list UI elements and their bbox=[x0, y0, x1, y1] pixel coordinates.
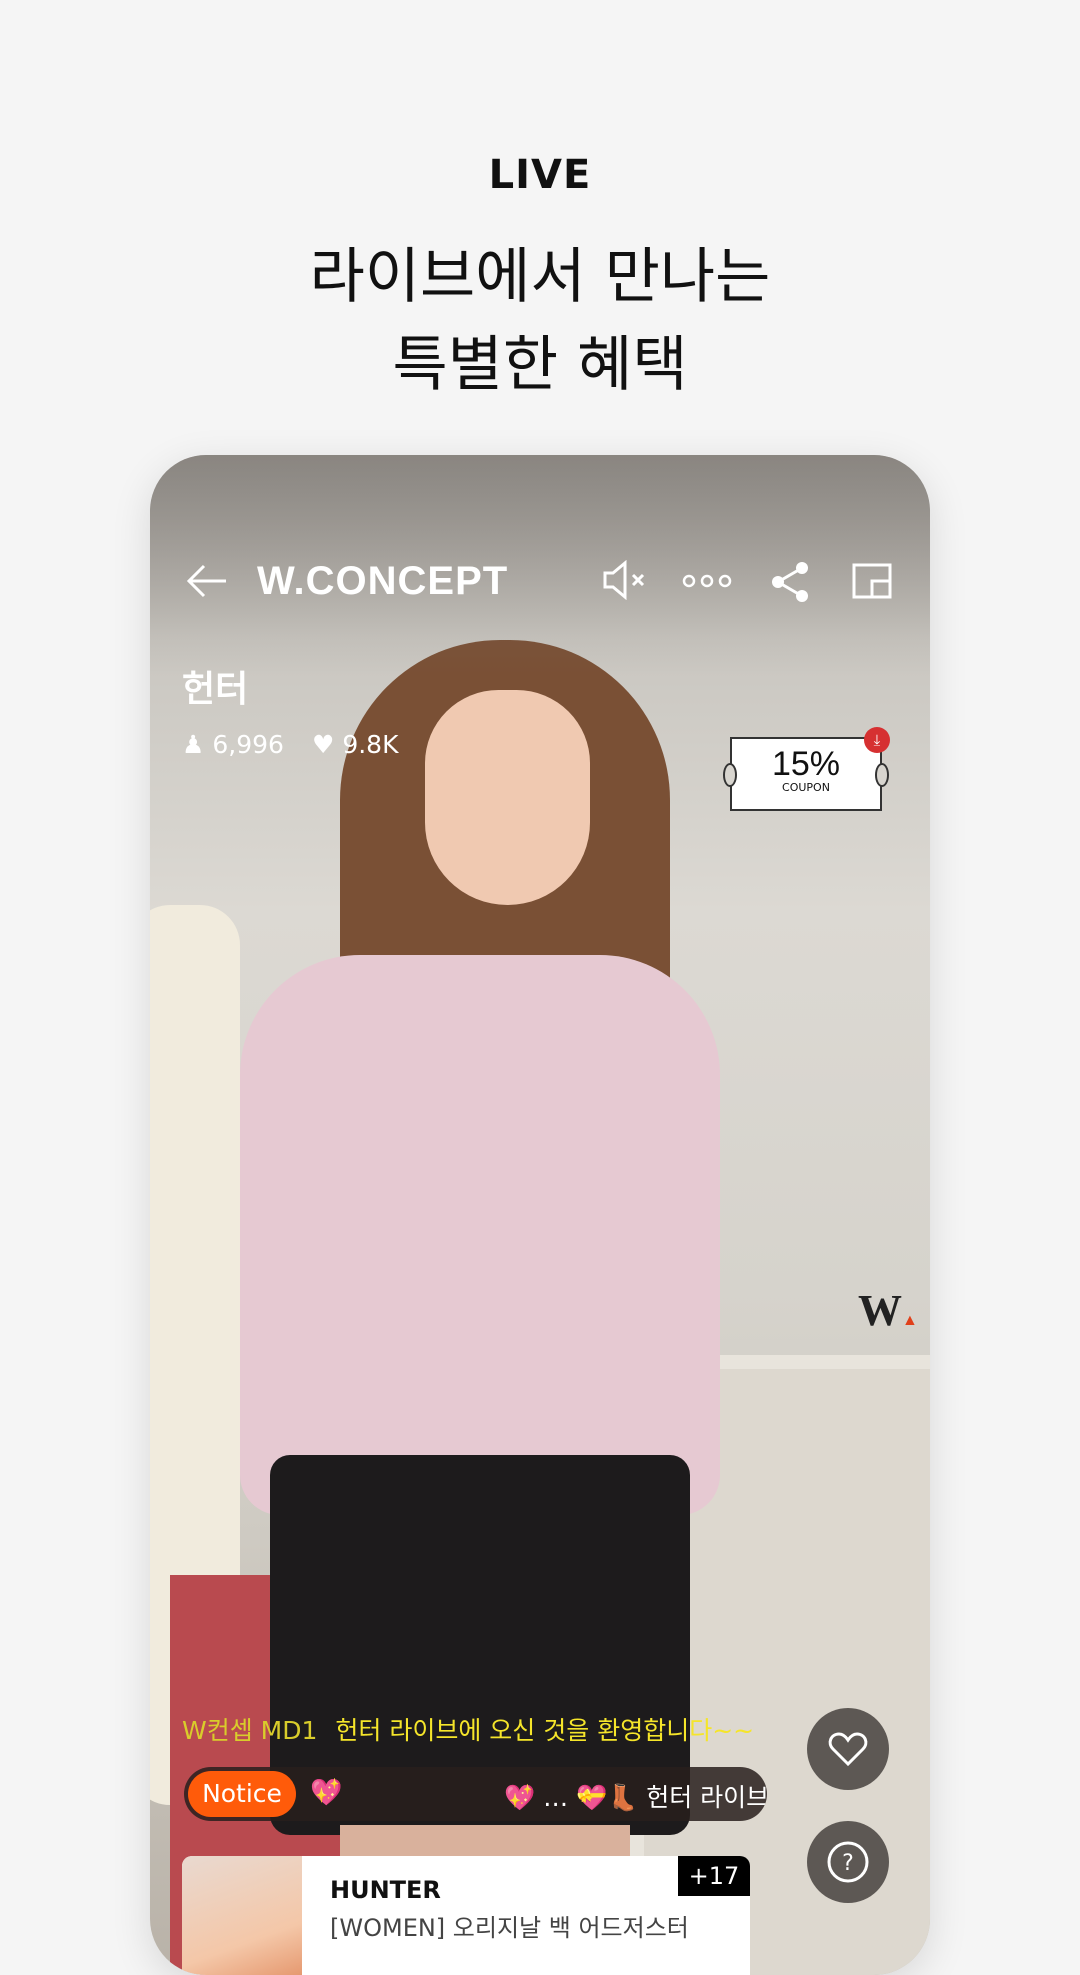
notice-bar[interactable]: Notice 💖 💖 … 💝👢 헌터 라이브 기획가 bbox=[184, 1767, 767, 1821]
download-icon[interactable]: ⤓ bbox=[864, 727, 890, 753]
more-icon[interactable] bbox=[682, 573, 732, 592]
mute-icon[interactable] bbox=[602, 559, 652, 604]
coupon-percent: 15% bbox=[771, 745, 841, 783]
help-button[interactable]: ? bbox=[807, 1821, 889, 1903]
question-icon: ? bbox=[827, 1841, 869, 1883]
chat-user: W컨셉 MD1 bbox=[182, 1716, 318, 1745]
headline-line-2: 특별한 혜택 bbox=[392, 330, 688, 400]
host-name: 헌터 bbox=[182, 669, 249, 710]
video-top bbox=[240, 955, 720, 1515]
coupon-label: COUPON bbox=[782, 781, 830, 794]
product-thumbnail bbox=[182, 1856, 302, 1975]
like-value: 9.8K bbox=[342, 730, 399, 759]
video-face bbox=[425, 690, 590, 905]
chat-message: W컨셉 MD1 헌터 라이브에 오신 것을 환영합니다~~ bbox=[182, 1711, 754, 1747]
viewer-value: 6,996 bbox=[212, 730, 284, 759]
like-button[interactable] bbox=[807, 1708, 889, 1790]
coupon-button[interactable]: 15% COUPON ⤓ bbox=[723, 727, 890, 811]
headline-line-1: 라이브에서 만나는 bbox=[309, 242, 771, 312]
back-arrow-icon[interactable] bbox=[186, 563, 228, 603]
heart-outline-icon bbox=[828, 1732, 868, 1767]
person-icon: ♟ bbox=[182, 730, 205, 759]
more-products-badge[interactable]: +17 bbox=[678, 1856, 750, 1896]
chat-text: 헌터 라이브에 오신 것을 환영합니다~~ bbox=[335, 1716, 755, 1745]
notice-text: 💖 … 💝👢 헌터 라이브 기획가 bbox=[504, 1783, 767, 1812]
watermark-logo: W▲ bbox=[858, 1286, 918, 1335]
pip-icon[interactable] bbox=[852, 563, 892, 603]
sparkle-heart-icon: 💖 bbox=[310, 1778, 343, 1808]
svg-text:?: ? bbox=[842, 1851, 854, 1876]
live-stats: ♟ 6,996 ♥ 9.8K bbox=[182, 730, 398, 759]
section-label: LIVE bbox=[488, 152, 592, 198]
viewer-count: ♟ 6,996 bbox=[182, 730, 284, 759]
brand-logo[interactable]: W.CONCEPT bbox=[257, 559, 508, 604]
heart-icon: ♥ bbox=[311, 730, 335, 759]
notice-badge: Notice bbox=[188, 1771, 296, 1817]
product-name: [WOMEN] 오리지날 백 어드저스터 bbox=[330, 1914, 689, 1942]
product-brand: HUNTER bbox=[330, 1876, 441, 1904]
product-card[interactable]: HUNTER [WOMEN] 오리지날 백 어드저스터 +17 bbox=[182, 1856, 750, 1975]
live-stream-screen: W.CONCEPT 헌터 ♟ 6,996 ♥ 9.8K 15% COUPON ⤓… bbox=[150, 455, 930, 1975]
like-count: ♥ 9.8K bbox=[312, 730, 399, 759]
share-icon[interactable] bbox=[770, 561, 810, 607]
